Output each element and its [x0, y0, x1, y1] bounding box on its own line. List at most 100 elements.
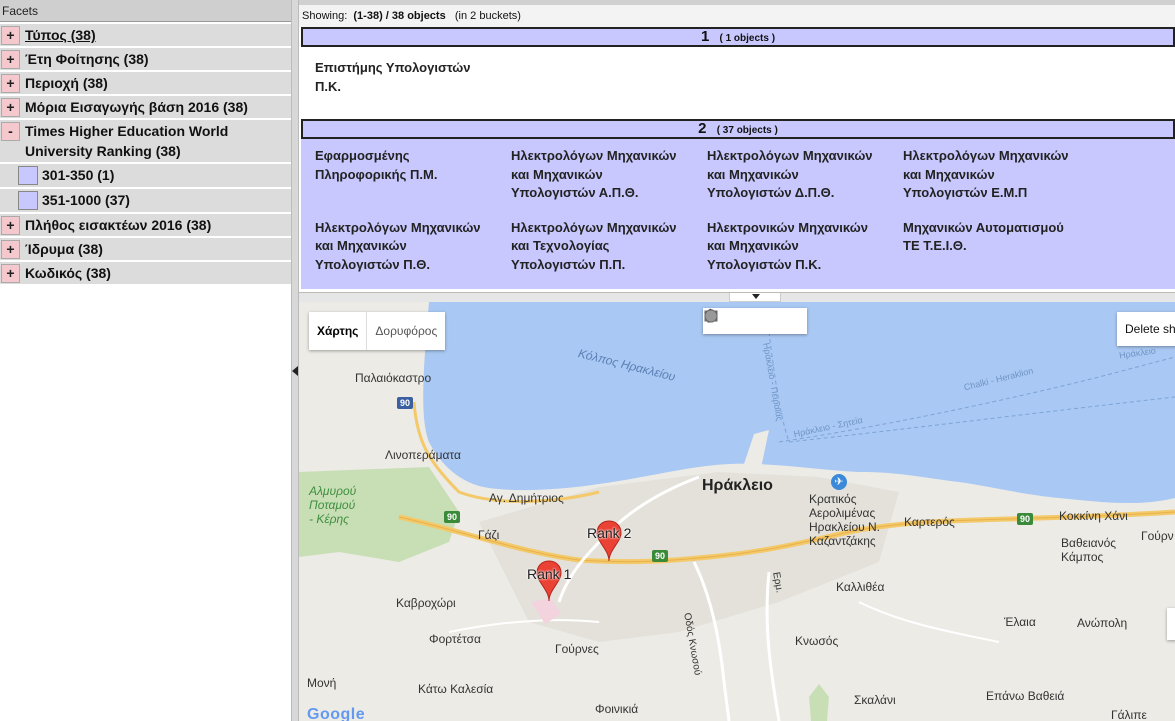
map-label-place: Επάνω Βαθειά	[986, 689, 1065, 703]
panel-splitter[interactable]	[291, 0, 299, 721]
facet-label[interactable]: Times Higher Education World University …	[0, 120, 291, 162]
facet-code[interactable]: + Κωδικός (38)	[0, 262, 291, 284]
map-type-satellite-button[interactable]: Δορυφόρος	[367, 312, 445, 350]
facet-value-color-box	[18, 191, 38, 210]
result-item-line: Ηλεκτρολόγων Μηχανικών	[315, 219, 481, 235]
airport-line: Καζαντζάκης	[809, 534, 876, 548]
showing-range: (1-38) / 38 objects	[353, 10, 446, 22]
result-item-line: Υπολογιστών Δ.Π.Θ.	[707, 185, 835, 200]
map-view[interactable]: Κόλπος Ηρακλείου Ηράκλειο - Πειραιάς Ηρά…	[299, 302, 1175, 721]
facet-label[interactable]: Τύπος (38)	[0, 24, 291, 46]
facet-label[interactable]: Μόρια Εισαγωγής βάση 2016 (38)	[0, 96, 291, 118]
collapse-left-arrow-icon[interactable]	[292, 366, 298, 376]
bucket-header-1[interactable]: 1 ( 1 objects )	[301, 27, 1175, 47]
expand-toggle[interactable]: +	[1, 216, 20, 235]
map-label-place: Λινοπεράματα	[385, 448, 461, 462]
map-label-place: Μονή	[307, 676, 337, 690]
map-label-place: Κάτω Καλεσία	[418, 682, 494, 696]
facet-label-line2: University Ranking (38)	[25, 143, 181, 159]
expand-toggle[interactable]: +	[1, 240, 20, 259]
map-type-control: Χάρτης Δορυφόρος	[309, 312, 446, 350]
result-item[interactable]: Εφαρμοσμένης Πληροφορικής Π.Μ.	[315, 147, 511, 203]
facet-label[interactable]: Περιοχή (38)	[0, 72, 291, 94]
result-item-line: και Μηχανικών	[511, 166, 603, 182]
result-item-line: Υπολογιστών Π.Π.	[511, 256, 626, 272]
bucket-number: 2	[698, 120, 707, 137]
road-shield: 90	[444, 511, 461, 523]
map-label-place: Καβροχώρι	[396, 596, 456, 610]
map-label-place: Γάλιπε	[1111, 708, 1147, 721]
expand-toggle[interactable]: +	[1, 50, 20, 69]
collapse-down-arrow-icon[interactable]	[729, 293, 781, 302]
map-label-place: Φορτέτσα	[429, 632, 481, 646]
showing-summary: Showing: (1-38) / 38 objects (in 2 bucke…	[299, 5, 1175, 27]
result-item-line: και Τεχνολογίας	[511, 238, 610, 253]
facet-value-label[interactable]: 301-350 (1)	[42, 164, 114, 187]
result-item[interactable]: Ηλεκτρολόγων Μηχανικών και Μηχανικών Υπο…	[511, 147, 707, 203]
result-item-line: Πληροφορικής Π.Μ.	[315, 166, 438, 182]
result-item-line: Ηλεκτρολόγων Μηχανικών	[511, 148, 677, 163]
result-item[interactable]: Ηλεκτρολόγων Μηχανικών και Τεχνολογίας Υ…	[511, 219, 707, 275]
circle-icon[interactable]	[704, 309, 803, 331]
facet-the-ranking[interactable]: - Times Higher Education World Universit…	[0, 120, 291, 162]
rectangle-icon[interactable]	[704, 310, 778, 331]
bucket-number: 1	[700, 28, 710, 45]
airport-line: Ηρακλείου Ν.	[809, 520, 881, 534]
facet-value-351-1000[interactable]: 351-1000 (37)	[0, 189, 291, 212]
delete-shape-button[interactable]: Delete sh	[1117, 312, 1175, 346]
collapse-toggle[interactable]: -	[1, 122, 20, 141]
bucket-body-1: Επιστήμης Υπολογιστών Π.Κ.	[301, 47, 1175, 119]
showing-buckets: (in 2 buckets)	[454, 10, 521, 22]
map-label-city: Ηράκλειο	[702, 477, 773, 494]
result-item-line: Π.Κ.	[315, 78, 341, 94]
map-canvas[interactable]	[299, 302, 1175, 721]
google-logo: Google	[307, 706, 366, 721]
result-item[interactable]: Μηχανικών Αυτοματισμού ΤΕ Τ.Ε.Ι.Θ.	[903, 219, 1099, 275]
facet-type[interactable]: + Τύπος (38)	[0, 24, 291, 46]
map-label-place: Γούρνες	[555, 642, 599, 656]
result-item-line: ΤΕ Τ.Ε.Ι.Θ.	[903, 238, 967, 253]
facet-region[interactable]: + Περιοχή (38)	[0, 72, 291, 94]
road-shield: 90	[397, 397, 414, 409]
map-label-place: Φοινικιά	[595, 702, 639, 716]
bucket-header-2[interactable]: 2 ( 37 objects )	[301, 119, 1175, 139]
result-item-line: και Μηχανικών	[707, 166, 799, 182]
zoom-control[interactable]	[1167, 608, 1175, 640]
result-item-line: Επιστήμης Υπολογιστών	[315, 60, 471, 75]
facet-admission-points[interactable]: + Μόρια Εισαγωγής βάση 2016 (38)	[0, 96, 291, 118]
result-item-line: Υπολογιστών Ε.Μ.Π	[903, 185, 1028, 200]
map-label-place: Καλλιθέα	[836, 580, 885, 594]
facet-label[interactable]: Ίδρυμα (38)	[0, 238, 291, 260]
expand-toggle[interactable]: +	[1, 74, 20, 93]
expand-toggle[interactable]: +	[1, 264, 20, 283]
facet-value-301-350[interactable]: 301-350 (1)	[0, 164, 291, 187]
facet-label[interactable]: Κωδικός (38)	[0, 262, 291, 284]
facet-value-label[interactable]: 351-1000 (37)	[42, 189, 130, 212]
expand-toggle[interactable]: +	[1, 26, 20, 45]
facet-label[interactable]: Έτη Φοίτησης (38)	[0, 48, 291, 70]
result-item-line: Υπολογιστών Α.Π.Θ.	[511, 185, 639, 200]
result-item-line: Υπολογιστών Π.Θ.	[315, 256, 430, 272]
facet-study-years[interactable]: + Έτη Φοίτησης (38)	[0, 48, 291, 70]
facet-label[interactable]: Πλήθος εισακτέων 2016 (38)	[0, 214, 291, 236]
result-item[interactable]: Επιστήμης Υπολογιστών Π.Κ.	[315, 59, 511, 103]
result-item-line: και Μηχανικών	[903, 166, 995, 182]
expand-toggle[interactable]: +	[1, 98, 20, 117]
map-type-map-button[interactable]: Χάρτης	[309, 312, 368, 350]
marker-label-rank-2: Rank 2	[587, 525, 632, 541]
result-item[interactable]: Ηλεκτρολόγων Μηχανικών και Μηχανικών Υπο…	[903, 147, 1099, 203]
polyline-icon[interactable]	[704, 310, 753, 331]
facet-enrollment-2016[interactable]: + Πλήθος εισακτέων 2016 (38)	[0, 214, 291, 236]
map-label-place: Σκαλάνι	[854, 693, 896, 707]
place-line: Κάμπος	[1061, 550, 1104, 564]
airport-line: Αερολιμένας	[809, 506, 876, 520]
map-label-place: Αγ. Δημήτριος	[489, 491, 564, 505]
result-item-line: Ηλεκτρολόγων Μηχανικών	[511, 219, 677, 235]
result-item[interactable]: Ηλεκτρολόγων Μηχανικών και Μηχανικών Υπο…	[707, 147, 903, 203]
facet-institution[interactable]: + Ίδρυμα (38)	[0, 238, 291, 260]
result-item[interactable]: Ηλεκτρονικών Μηχανικών και Μηχανικών Υπο…	[707, 219, 903, 275]
result-item[interactable]: Ηλεκτρολόγων Μηχανικών και Μηχανικών Υπο…	[315, 219, 511, 275]
map-label-park: Αλμυρού Ποταμού - Κέρης	[309, 484, 357, 526]
results-resize-bar[interactable]	[299, 292, 1175, 302]
map-label-place: Κνωσός	[795, 634, 839, 648]
